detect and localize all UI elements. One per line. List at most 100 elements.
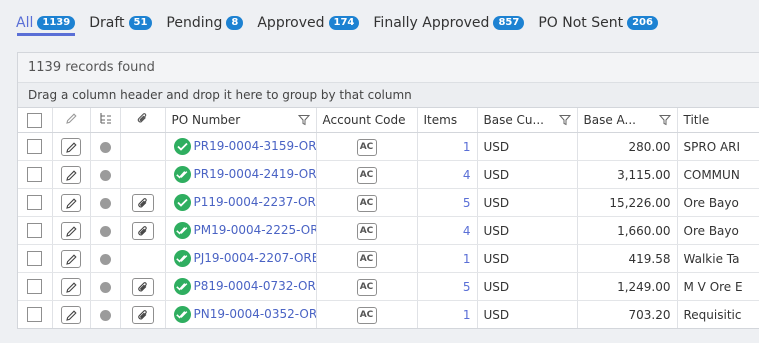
table-row[interactable]: PM19-0004-2225-ORB AC 4 USD 1,660.00 Ore Bayo [18, 216, 759, 245]
edit-button[interactable] [61, 165, 81, 184]
column-label: Items [423, 113, 458, 127]
group-drop-area[interactable]: Drag a column header and drop it here to… [18, 83, 759, 108]
po-number-header[interactable]: PO Number [165, 108, 317, 133]
attachment-button[interactable] [131, 305, 154, 324]
account-code-header[interactable]: Account Code [316, 108, 418, 133]
row-checkbox[interactable] [27, 307, 43, 322]
account-code-button[interactable]: AC [356, 222, 377, 240]
title-cell: COMMUN [677, 160, 759, 189]
filter-icon[interactable] [658, 114, 671, 126]
edit-button[interactable] [61, 305, 81, 324]
account-code-button[interactable]: AC [356, 306, 377, 324]
title-header[interactable]: Title [677, 108, 759, 133]
indicator-dot [99, 225, 111, 237]
table-row[interactable]: PN19-0004-0352-ORB AC 1 USD 703.20 Requisitic [18, 300, 759, 328]
tree-icon [99, 113, 111, 124]
base-amount-cell: 15,226.00 [577, 188, 678, 217]
account-code-button[interactable]: AC [356, 138, 377, 156]
status-tabs: All 1139 Draft 51 Pending 8 Approved 174… [16, 12, 672, 34]
double-check-icon [175, 255, 187, 263]
tab-all[interactable]: All 1139 [16, 15, 76, 31]
po-number-link[interactable]: PN19-0004-0352-ORB [194, 307, 316, 321]
po-number-link[interactable]: PJ19-0004-2207-ORB [194, 251, 316, 265]
header-row: PO Number Account Code Items Base Cu... [18, 108, 759, 133]
title-cell: Requisitic [677, 300, 759, 328]
double-check-icon [175, 171, 187, 179]
po-number-link[interactable]: PR19-0004-3159-ORB [194, 139, 316, 153]
count-badge: 1139 [37, 16, 76, 30]
indicator-dot [99, 169, 111, 181]
edit-button[interactable] [61, 277, 81, 296]
items-cell: 5 [417, 188, 478, 217]
po-number-link[interactable]: P819-0004-0732-ORB [194, 279, 316, 293]
table-row[interactable]: PR19-0004-2419-ORB AC 4 USD 3,115.00 COMMUN [18, 160, 759, 189]
filter-icon[interactable] [297, 114, 310, 126]
title-cell: Ore Bayo [677, 188, 759, 217]
account-code-button[interactable]: AC [356, 250, 377, 268]
tree-cell [90, 132, 121, 161]
select-all-header[interactable] [18, 108, 53, 133]
tab-po-not-sent[interactable]: PO Not Sent 206 [538, 15, 658, 31]
tab-draft[interactable]: Draft 51 [89, 15, 153, 31]
items-header[interactable]: Items [417, 108, 478, 133]
tab-label: Pending [166, 15, 223, 31]
po-number-link[interactable]: P119-0004-2237-ORB [194, 195, 316, 209]
base-currency-cell: USD [477, 188, 578, 217]
attachment-column-header [120, 108, 166, 133]
items-cell: 1 [417, 300, 478, 328]
attachment-button[interactable] [131, 277, 154, 296]
row-checkbox[interactable] [27, 195, 43, 210]
tree-cell [90, 188, 121, 217]
table-row[interactable]: PJ19-0004-2207-ORB AC 1 USD 419.58 Walkie Ta [18, 244, 759, 273]
base-amount-header[interactable]: Base A... [577, 108, 678, 133]
table-row[interactable]: PR19-0004-3159-ORB AC 1 USD 280.00 SPRO ARI [18, 132, 759, 161]
base-amount-cell: 3,115.00 [577, 160, 678, 189]
row-checkbox[interactable] [27, 251, 43, 266]
account-code-cell: AC [316, 216, 418, 245]
edit-button[interactable] [61, 249, 81, 268]
tree-cell [90, 160, 121, 189]
attachment-button[interactable] [131, 221, 154, 240]
edit-button[interactable] [61, 193, 81, 212]
account-code-button[interactable]: AC [356, 166, 377, 184]
attachment-button[interactable] [131, 193, 154, 212]
items-cell: 5 [417, 272, 478, 301]
row-select-cell [18, 160, 53, 189]
column-label: Base Cu... [483, 113, 544, 127]
base-currency-header[interactable]: Base Cu... [477, 108, 578, 133]
column-label: PO Number [171, 113, 241, 127]
filter-icon[interactable] [558, 114, 571, 126]
items-cell: 4 [417, 160, 478, 189]
active-tab-indicator [17, 33, 75, 36]
tab-pending[interactable]: Pending 8 [166, 15, 244, 31]
status-finally-approved-icon [173, 278, 191, 295]
account-code-cell: AC [316, 244, 418, 273]
count-badge: 206 [627, 16, 658, 30]
table-row[interactable]: P819-0004-0732-ORB AC 5 USD 1,249.00 M V Ore … [18, 272, 759, 301]
row-checkbox[interactable] [27, 139, 43, 154]
table-row[interactable]: P119-0004-2237-ORB AC 5 USD 15,226.00 Ore Bay… [18, 188, 759, 217]
po-number-link[interactable]: PM19-0004-2225-ORB [194, 223, 316, 237]
column-label: Account Code [322, 113, 406, 127]
edit-cell [52, 300, 91, 328]
po-number-link[interactable]: PR19-0004-2419-ORB [194, 167, 316, 181]
row-checkbox[interactable] [27, 279, 43, 294]
table-body: PR19-0004-3159-ORB AC 1 USD 280.00 SPRO ARI PR… [18, 132, 759, 328]
row-select-cell [18, 132, 53, 161]
tree-cell [90, 272, 121, 301]
edit-button[interactable] [61, 137, 81, 156]
row-checkbox[interactable] [27, 167, 43, 182]
tree-cell [90, 244, 121, 273]
account-code-button[interactable]: AC [356, 194, 377, 212]
paperclip-icon [137, 281, 147, 291]
tab-approved[interactable]: Approved 174 [257, 15, 360, 31]
edit-button[interactable] [61, 221, 81, 240]
base-currency-cell: USD [477, 132, 578, 161]
indicator-dot [99, 197, 111, 209]
title-cell: M V Ore E [677, 272, 759, 301]
select-all-checkbox[interactable] [27, 112, 43, 128]
tab-finally-approved[interactable]: Finally Approved 857 [373, 15, 525, 31]
account-code-button[interactable]: AC [356, 278, 377, 296]
tree-column-header [90, 108, 121, 133]
row-checkbox[interactable] [27, 223, 43, 238]
